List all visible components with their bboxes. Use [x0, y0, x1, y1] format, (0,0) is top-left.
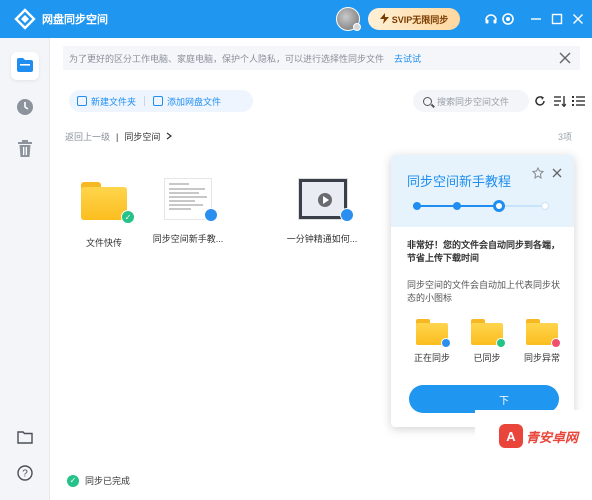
syncing-badge-icon: [441, 338, 451, 348]
watermark-logo: A 青安卓网: [499, 424, 578, 448]
legend-error: 同步异常: [517, 319, 567, 364]
close-icon[interactable]: [570, 11, 586, 27]
cloud-badge-icon: [204, 208, 218, 222]
sidebar-item-recent[interactable]: [11, 94, 39, 122]
svip-button[interactable]: SVIP无限同步: [368, 8, 460, 30]
tutorial-close-icon[interactable]: [551, 167, 563, 179]
cloud-badge-icon: [340, 208, 354, 222]
file-name: 一分钟精通如何...: [286, 234, 358, 244]
list-view-icon[interactable]: [571, 94, 585, 108]
svip-label: SVIP无限同步: [391, 14, 449, 25]
avatar-status-dot: [353, 23, 361, 31]
document-thumbnail: [158, 178, 218, 224]
check-circle-icon: ✓: [67, 474, 79, 487]
tutorial-message: 非常好！您的文件会自动同步到各端，节省上传下载时间: [407, 240, 561, 263]
search-icon: [423, 96, 432, 106]
breadcrumb-divider: |: [116, 131, 119, 142]
step-dot: [453, 202, 461, 210]
breadcrumb-current: 同步空间: [124, 132, 161, 142]
pin-icon[interactable]: [531, 166, 545, 180]
folder-thumbnail: ✓: [74, 182, 135, 228]
file-item[interactable]: 一分钟精通如何...: [277, 178, 367, 245]
sync-status: ✓ 同步已完成: [67, 474, 130, 487]
trash-icon: [17, 140, 33, 160]
legend-label: 同步异常: [523, 353, 560, 363]
new-folder-label: 新建文件夹: [91, 96, 137, 107]
chevron-right-icon: [166, 132, 173, 142]
logo-icon: [14, 8, 36, 30]
svg-text:?: ?: [22, 469, 28, 480]
watermark-mark-icon: A: [499, 424, 523, 448]
step-dot-current: [493, 200, 505, 212]
search-placeholder: 搜索同步空间文件: [437, 96, 510, 107]
tutorial-next-label: 下: [499, 395, 509, 407]
sidebar-item-help[interactable]: ?: [11, 460, 39, 488]
new-folder-button[interactable]: 新建文件夹: [69, 95, 144, 108]
refresh-icon[interactable]: [533, 94, 547, 108]
bolt-icon: [379, 12, 389, 26]
breadcrumb-back[interactable]: 返回上一级: [65, 130, 110, 143]
notice-close-icon[interactable]: [558, 51, 572, 65]
settings-icon[interactable]: [500, 11, 516, 27]
tutorial-panel: 同步空间新手教程 非常好！您的文件会自动同步到各端，节省上传下载时间 同步空间的…: [391, 155, 574, 427]
search-input[interactable]: 搜索同步空间文件: [413, 90, 529, 112]
legend-label: 已同步: [473, 353, 501, 363]
add-file-label: 添加网盘文件: [167, 96, 222, 107]
file-name: 文件快传: [85, 238, 122, 248]
folder-icon: [416, 319, 451, 348]
tutorial-next-button[interactable]: 下: [409, 385, 559, 413]
folder-outline-icon: [17, 430, 33, 446]
title-bar: 网盘同步空间 SVIP无限同步: [0, 0, 592, 38]
status-icon-legend: 正在同步 已同步 同步异常: [407, 319, 567, 364]
sidebar: ?: [0, 38, 50, 500]
file-item[interactable]: ✓ 文件快传: [59, 178, 149, 249]
tutorial-progress: [413, 200, 549, 212]
toolbar-actions: 新建文件夹 添加网盘文件: [69, 90, 253, 112]
help-icon: ?: [17, 465, 33, 483]
play-icon: [318, 193, 332, 207]
folder-icon: ✓: [81, 182, 135, 224]
step-dot: [413, 202, 421, 210]
sidebar-item-trash[interactable]: [11, 136, 39, 164]
maximize-icon[interactable]: [549, 11, 565, 27]
new-folder-icon: [77, 96, 87, 106]
step-dot: [541, 202, 549, 210]
file-item[interactable]: 同步空间新手教...: [143, 178, 233, 245]
file-name: 同步空间新手教...: [152, 234, 224, 244]
breadcrumb: 返回上一级 | 同步空间: [65, 130, 173, 143]
legend-syncing: 正在同步: [407, 319, 457, 364]
tutorial-header: 同步空间新手教程: [391, 155, 574, 227]
app-title: 网盘同步空间: [42, 14, 108, 26]
minimize-icon[interactable]: [528, 11, 544, 27]
sort-icon[interactable]: [552, 94, 566, 108]
notice-bar: 为了更好的区分工作电脑、家庭电脑，保护个人隐私，可以进行选择性同步文件 去试试: [63, 46, 580, 70]
sidebar-item-open-folder[interactable]: [11, 424, 39, 452]
notice-try-link[interactable]: 去试试: [394, 52, 421, 65]
item-count: 3项: [557, 132, 572, 142]
video-thumbnail: [292, 178, 354, 224]
legend-synced: 已同步: [462, 319, 512, 364]
synced-badge-icon: [496, 338, 506, 348]
add-file-button[interactable]: 添加网盘文件: [145, 95, 229, 108]
clock-icon: [16, 98, 34, 118]
legend-label: 正在同步: [413, 353, 450, 363]
tutorial-description: 同步空间的文件会自动加上代表同步状态的小图标: [407, 280, 561, 303]
add-file-icon: [153, 96, 164, 106]
watermark: A 青安卓网: [475, 410, 592, 500]
notice-text: 为了更好的区分工作电脑、家庭电脑，保护个人隐私，可以进行选择性同步文件: [69, 53, 385, 64]
tutorial-title: 同步空间新手教程: [407, 174, 512, 189]
headset-icon[interactable]: [483, 11, 499, 27]
folder-icon: [526, 319, 561, 348]
watermark-text: 青安卓网: [526, 429, 579, 445]
folder-sync-icon: [16, 57, 34, 75]
folder-icon: [471, 319, 506, 348]
synced-badge-icon: ✓: [121, 210, 135, 224]
sidebar-item-sync-space[interactable]: [11, 52, 39, 80]
sync-status-text: 同步已完成: [85, 476, 131, 486]
error-badge-icon: [551, 338, 561, 348]
avatar[interactable]: [336, 7, 361, 31]
